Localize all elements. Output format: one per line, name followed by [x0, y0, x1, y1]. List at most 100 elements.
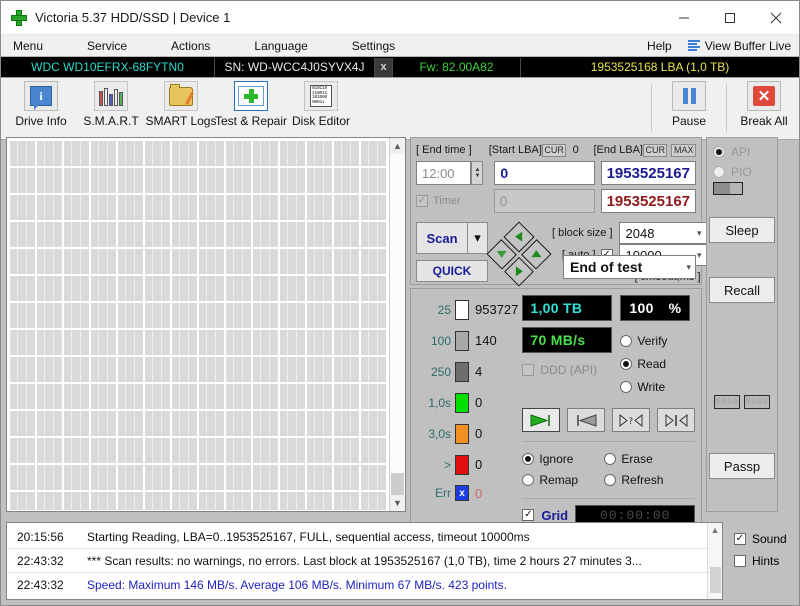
- end-lba-max-button[interactable]: MAX: [671, 143, 696, 157]
- timer-checkbox[interactable]: ✓: [416, 195, 428, 207]
- end-lba-input[interactable]: 1953525167: [600, 161, 696, 185]
- end-time-input[interactable]: 12:00: [416, 161, 472, 185]
- break-all-button[interactable]: ✕ Break All: [729, 80, 799, 138]
- menu-item-language[interactable]: Language: [244, 39, 317, 53]
- interface-api[interactable]: API: [707, 142, 777, 162]
- end-of-test-select[interactable]: End of test ▾: [563, 255, 696, 279]
- chevron-down-icon[interactable]: ▾: [468, 222, 488, 254]
- action-erase[interactable]: Erase: [604, 448, 653, 469]
- tab-test-and-repair[interactable]: Test & Repair: [215, 80, 287, 138]
- log-time: 20:15:56: [17, 529, 64, 544]
- scroll-down-icon[interactable]: ▼: [390, 495, 405, 511]
- action-refresh-radio[interactable]: [604, 473, 617, 486]
- surface-map-grid[interactable]: [8, 139, 388, 510]
- action-erase-radio[interactable]: [604, 452, 617, 465]
- action-remap[interactable]: Remap: [522, 469, 604, 490]
- recall-button[interactable]: Recall: [709, 277, 775, 303]
- mini-counter-right: 0000: [744, 395, 770, 409]
- start-lba-input[interactable]: 0: [494, 161, 596, 185]
- action-refresh[interactable]: Refresh: [604, 469, 663, 490]
- block-size-value: 2048: [625, 225, 655, 241]
- surface-map-panel: ▲ ▼: [6, 137, 406, 512]
- timer-value-input[interactable]: 0: [493, 189, 596, 213]
- quick-button[interactable]: QUICK: [416, 260, 488, 282]
- drive-close-button[interactable]: x: [375, 57, 393, 77]
- controls-column: [ End time ] [Start LBA] CUR 0 [End LBA]…: [410, 137, 707, 526]
- mode-write-radio[interactable]: [620, 380, 633, 393]
- hints-checkbox[interactable]: [734, 555, 746, 567]
- interface-pio-radio[interactable]: [713, 166, 725, 178]
- step-end-icon[interactable]: [657, 408, 696, 432]
- view-buffer-live-button[interactable]: View Buffer Live: [682, 39, 799, 53]
- close-icon[interactable]: [753, 1, 799, 35]
- play-back-icon[interactable]: [567, 408, 606, 432]
- hints-option[interactable]: Hints: [728, 550, 794, 572]
- diamond-navigation-icon[interactable]: [486, 221, 552, 287]
- menu-item-menu[interactable]: Menu: [3, 39, 53, 53]
- action-ignore-radio[interactable]: [522, 452, 535, 465]
- interface-pio[interactable]: PIO: [707, 162, 777, 182]
- bottom-options: ✓ Sound Hints: [728, 522, 794, 600]
- maximize-icon[interactable]: [707, 1, 753, 35]
- menu-item-actions[interactable]: Actions: [161, 39, 220, 53]
- chevron-up-icon[interactable]: ▲: [711, 523, 720, 537]
- block-size-select[interactable]: 2048 ▾: [618, 222, 707, 244]
- tab-drive-info[interactable]: i Drive Info: [6, 80, 76, 138]
- log-rows: 20:15:56 Starting Reading, LBA=0..195352…: [7, 523, 707, 599]
- scroll-up-icon[interactable]: ▲: [390, 138, 405, 154]
- log-message: *** Scan results: no warnings, no errors…: [87, 553, 642, 568]
- transport-controls: ?: [522, 408, 696, 432]
- action-remap-label: Remap: [539, 472, 579, 487]
- mode-read-radio[interactable]: [620, 357, 633, 370]
- interface-api-radio[interactable]: [713, 146, 725, 158]
- histogram-value: 953727: [475, 302, 519, 317]
- histogram-swatch: [455, 454, 469, 475]
- start-lba-cur-button[interactable]: CUR: [541, 143, 567, 157]
- mode-write[interactable]: Write: [620, 375, 695, 398]
- passport-button[interactable]: Passp: [709, 453, 775, 479]
- surface-map-scrollbar[interactable]: ▲ ▼: [389, 138, 405, 511]
- end-lba-cur-button[interactable]: CUR: [643, 143, 668, 157]
- play-forward-icon[interactable]: [522, 408, 561, 432]
- histogram-row: 25 953727: [417, 297, 518, 322]
- minimize-icon[interactable]: [661, 1, 707, 35]
- end-time-spinner[interactable]: ▲ ▼: [471, 161, 484, 185]
- tab-smart-logs[interactable]: SMART Logs: [146, 80, 216, 138]
- mode-verify[interactable]: Verify: [620, 329, 695, 352]
- end-lba-secondary-input[interactable]: 1953525167: [600, 189, 697, 213]
- menu-item-settings[interactable]: Settings: [342, 39, 405, 53]
- histogram-value: 0: [475, 426, 483, 441]
- tab-disk-editor[interactable]: 010110 110011 101000 0001ı Disk Editor: [286, 80, 356, 138]
- right-sidebar: API PIO Sleep Recall 0000 0000 Passp: [706, 137, 778, 512]
- mode-read[interactable]: Read: [620, 352, 695, 375]
- pause-button[interactable]: Pause: [654, 80, 724, 138]
- action-remap-radio[interactable]: [522, 473, 535, 486]
- test-settings-panel: [ End time ] [Start LBA] CUR 0 [End LBA]…: [410, 137, 707, 287]
- timer-checkbox-wrap[interactable]: ✓ Timer: [416, 195, 483, 207]
- action-ignore[interactable]: Ignore: [522, 448, 604, 469]
- log-scroll-thumb[interactable]: [709, 567, 721, 593]
- tab-smart[interactable]: S.M.A.R.T: [76, 80, 146, 138]
- sound-option[interactable]: ✓ Sound: [728, 528, 794, 550]
- scroll-thumb[interactable]: [391, 473, 404, 495]
- start-lba-zero-button[interactable]: 0: [566, 144, 585, 156]
- scroll-track[interactable]: [390, 154, 405, 495]
- log-row[interactable]: 22:43:32 Speed: Maximum 146 MB/s. Averag…: [7, 573, 707, 597]
- log-row[interactable]: 20:15:56 Starting Reading, LBA=0..195352…: [7, 525, 707, 549]
- log-message: Starting Reading, LBA=0..1953525167, FUL…: [87, 529, 530, 544]
- log-row[interactable]: 22:43:32 *** Scan results: no warnings, …: [7, 549, 707, 573]
- progress-percent-display: 100 %: [620, 295, 691, 321]
- menu-item-service[interactable]: Service: [77, 39, 137, 53]
- scan-button[interactable]: Scan: [416, 222, 468, 254]
- timer-label: Timer: [433, 195, 461, 207]
- log-scrollbar[interactable]: ▲: [707, 523, 722, 599]
- histogram-swatch: [455, 392, 469, 413]
- menu-item-help[interactable]: Help: [637, 39, 682, 53]
- random-icon[interactable]: ?: [612, 408, 651, 432]
- grid-checkbox[interactable]: ✓: [522, 509, 535, 521]
- lines-icon: [687, 39, 700, 52]
- sleep-button[interactable]: Sleep: [709, 217, 775, 243]
- ddd-api-checkbox[interactable]: [522, 364, 535, 376]
- sound-checkbox[interactable]: ✓: [734, 533, 746, 545]
- mode-verify-radio[interactable]: [620, 334, 633, 347]
